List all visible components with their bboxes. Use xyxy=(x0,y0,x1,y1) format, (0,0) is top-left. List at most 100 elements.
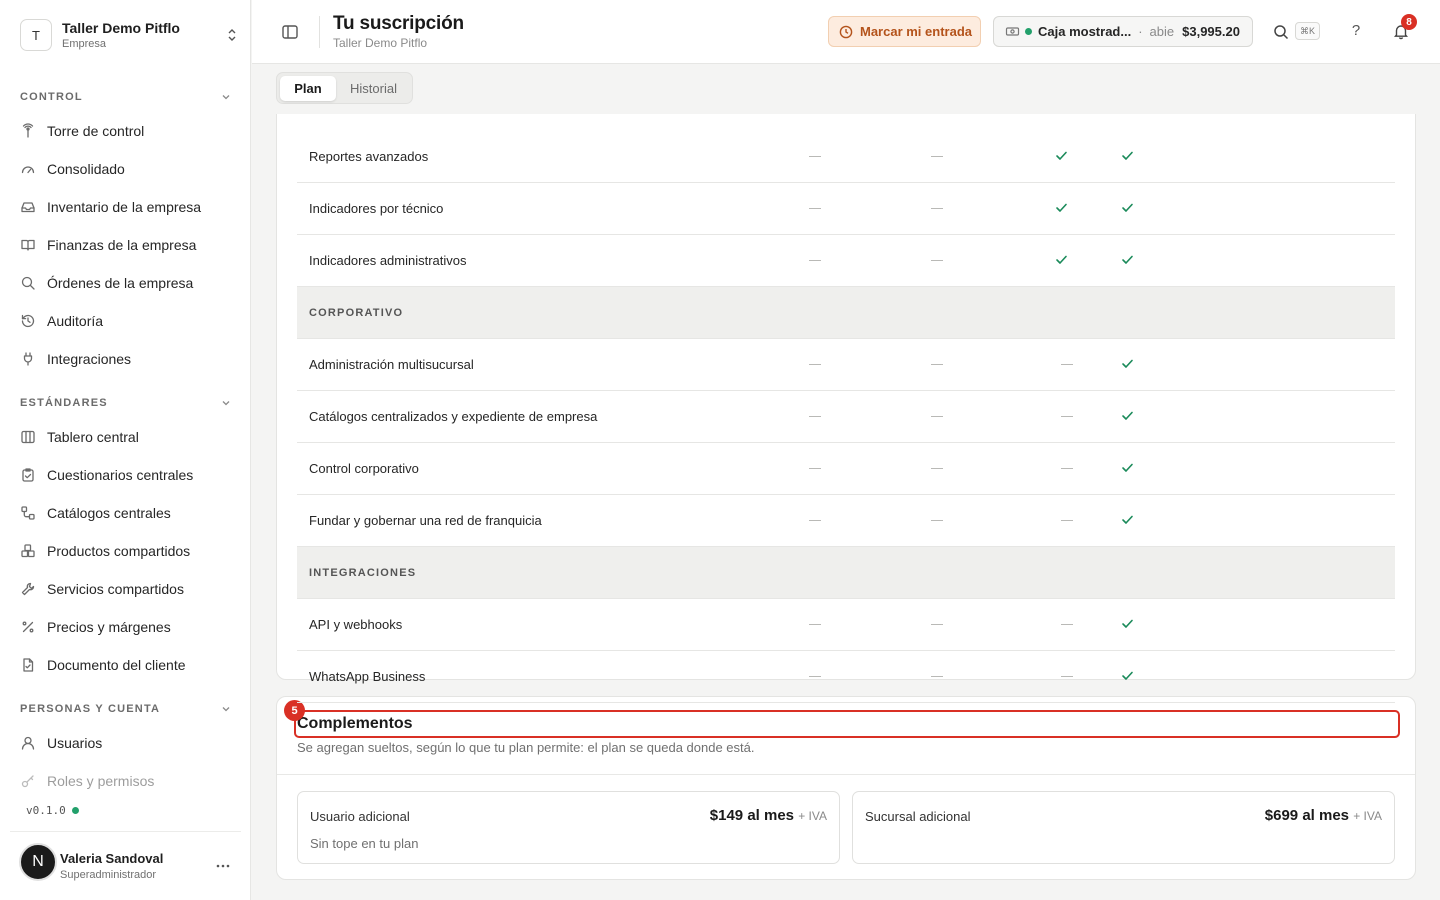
table-category-row: INTEGRACIONES xyxy=(297,547,1395,599)
addons-description: Se agregan sueltos, según lo que tu plan… xyxy=(297,740,755,755)
feature-name: API y webhooks xyxy=(309,617,403,632)
addon-additional-user[interactable]: Usuario adicional $149 al mes + IVA Sin … xyxy=(297,791,840,864)
sidebar-item-percent[interactable]: Precios y márgenes xyxy=(20,613,235,641)
sidebar-item-label: Precios y márgenes xyxy=(47,619,171,635)
features-table-card: Reportes avanzados Indicadores por técnic… xyxy=(276,64,1416,703)
sidebar-item-label: Órdenes de la empresa xyxy=(47,275,194,291)
workspace-name: Taller Demo Pitflo xyxy=(62,19,180,36)
table-row: WhatsApp Business xyxy=(297,651,1395,703)
clock-in-label: Marcar mi entrada xyxy=(860,24,972,39)
sidebar-item-boxes[interactable]: Productos compartidos xyxy=(20,537,235,565)
sidebar-item-label: Torre de control xyxy=(47,123,145,139)
tabs-bar xyxy=(252,64,1440,114)
table-row: Administración multisucursal xyxy=(297,339,1395,391)
sidebar-section-header[interactable]: PERSONAS Y CUENTA xyxy=(20,701,232,717)
sidebar-section-header[interactable]: CONTROL xyxy=(20,89,232,105)
tab-plan[interactable]: Plan xyxy=(280,76,336,101)
cash-register-button[interactable]: Caja mostrad... · abie $3,995.20 xyxy=(993,16,1253,47)
tab-historial[interactable]: Historial xyxy=(337,76,410,101)
user-profile[interactable]: N Valeria Sandoval Superadministrador xyxy=(10,831,241,891)
sidebar-item-clipboard[interactable]: Cuestionarios centrales xyxy=(20,461,235,489)
sidebar-item-user[interactable]: Usuarios xyxy=(20,729,235,757)
not-included-dash xyxy=(809,156,821,157)
check-icon xyxy=(1121,201,1134,214)
sidebar-item-label: Auditoría xyxy=(47,313,104,329)
not-included-dash xyxy=(931,364,943,365)
sidebar-item-gauge[interactable]: Consolidado xyxy=(20,155,235,183)
cash-register-amount: $3,995.20 xyxy=(1182,24,1240,39)
percent-icon xyxy=(20,619,36,635)
tab-list: Plan Historial xyxy=(276,72,413,104)
sidebar-section-label: PERSONAS Y CUENTA xyxy=(20,703,161,715)
sidebar-item-workflow[interactable]: Catálogos centrales xyxy=(20,499,235,527)
feature-name: Administración multisucursal xyxy=(309,357,474,372)
file-icon xyxy=(20,657,36,673)
cash-register-name: Caja mostrad... xyxy=(1038,24,1132,39)
sidebar-section-label: CONTROL xyxy=(20,91,83,103)
check-icon xyxy=(1121,617,1134,630)
addon-additional-branch[interactable]: Sucursal adicional $699 al mes + IVA xyxy=(852,791,1395,864)
more-icon[interactable] xyxy=(215,858,231,874)
addon-price: $699 al mes + IVA xyxy=(1264,807,1382,824)
table-row: API y webhooks xyxy=(297,599,1395,651)
sidebar-section-header[interactable]: ESTÁNDARES xyxy=(20,395,232,411)
user-role: Superadministrador xyxy=(60,869,156,881)
addon-title: Usuario adicional xyxy=(310,809,410,824)
table-row: Reportes avanzados xyxy=(297,131,1395,183)
check-icon xyxy=(1121,669,1134,682)
tower-icon xyxy=(20,123,36,139)
not-included-dash xyxy=(931,156,943,157)
not-included-dash xyxy=(931,676,943,677)
sidebar-item-label: Consolidado xyxy=(47,161,125,177)
sidebar: T Taller Demo Pitflo Empresa CONTROL Torr… xyxy=(0,0,251,900)
search-icon[interactable] xyxy=(1272,23,1290,41)
table-row: Fundar y gobernar una red de franquicia xyxy=(297,495,1395,547)
not-included-dash xyxy=(809,260,821,261)
page-title: Tu suscripción xyxy=(333,13,464,34)
wrench-icon xyxy=(20,581,36,597)
app-version: v0.1.0 xyxy=(26,804,79,817)
table-row: Control corporativo xyxy=(297,443,1395,495)
sidebar-item-plug[interactable]: Integraciones xyxy=(20,345,235,373)
check-icon xyxy=(1055,201,1068,214)
cash-register-status: abie xyxy=(1149,24,1175,39)
cash-separator: · xyxy=(1138,24,1143,39)
search-icon xyxy=(20,275,36,291)
book-icon xyxy=(20,237,36,253)
chevron-down-icon xyxy=(220,91,232,103)
user-name: Valeria Sandoval xyxy=(60,851,164,866)
feature-name: INTEGRACIONES xyxy=(309,567,417,579)
clock-icon xyxy=(839,25,853,39)
clock-in-button[interactable]: Marcar mi entrada xyxy=(828,16,981,47)
topbar: Tu suscripción Taller Demo Pitflo Marcar… xyxy=(252,0,1440,64)
sidebar-item-search[interactable]: Órdenes de la empresa xyxy=(20,269,235,297)
sidebar-item-history[interactable]: Auditoría xyxy=(20,307,235,335)
sidebar-item-label: Servicios compartidos xyxy=(47,581,184,597)
not-included-dash xyxy=(1061,520,1073,521)
columns-icon xyxy=(20,429,36,445)
not-included-dash xyxy=(809,416,821,417)
check-icon xyxy=(1055,149,1068,162)
not-included-dash xyxy=(931,624,943,625)
not-included-dash xyxy=(1061,676,1073,677)
notification-badge: 8 xyxy=(1401,14,1417,30)
inbox-icon xyxy=(20,199,36,215)
sidebar-item-wrench[interactable]: Servicios compartidos xyxy=(20,575,235,603)
sidebar-item-tower[interactable]: Torre de control xyxy=(20,117,235,145)
check-icon xyxy=(1121,461,1134,474)
sidebar-toggle-icon[interactable] xyxy=(281,23,299,41)
workspace-avatar: T xyxy=(20,19,52,51)
shortcut-hint: ⌘K xyxy=(1295,22,1320,40)
check-icon xyxy=(1121,253,1134,266)
sidebar-item-file[interactable]: Documento del cliente xyxy=(20,651,235,679)
sidebar-item-book[interactable]: Finanzas de la empresa xyxy=(20,231,235,259)
divider xyxy=(277,774,1415,775)
sidebar-item-columns[interactable]: Tablero central xyxy=(20,423,235,451)
sidebar-item-key[interactable]: Roles y permisos xyxy=(20,767,235,795)
not-included-dash xyxy=(809,676,821,677)
sidebar-item-inbox[interactable]: Inventario de la empresa xyxy=(20,193,235,221)
cash-icon xyxy=(1005,24,1020,39)
workspace-switcher[interactable]: T Taller Demo Pitflo Empresa xyxy=(20,17,240,53)
help-icon[interactable]: ? xyxy=(1349,22,1363,42)
table-row: Indicadores por técnico xyxy=(297,183,1395,235)
